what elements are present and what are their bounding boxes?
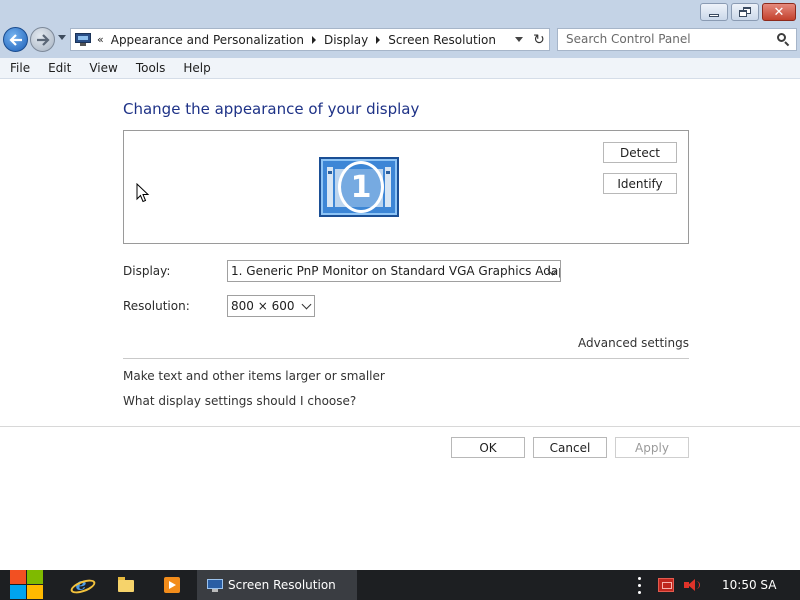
minimize-icon xyxy=(709,13,719,17)
volume-icon[interactable] xyxy=(684,579,700,591)
title-bar: ✕ xyxy=(0,0,800,24)
display-settings-help-link[interactable]: What display settings should I choose? xyxy=(123,394,356,408)
chevron-down-icon xyxy=(301,299,312,310)
clock[interactable]: 10:50 SA xyxy=(722,578,776,592)
forward-button[interactable] xyxy=(30,27,55,52)
menu-bar: File Edit View Tools Help xyxy=(0,58,800,79)
display-preview: 1 Detect Identify xyxy=(123,130,689,244)
breadcrumb-screen-resolution[interactable]: Screen Resolution xyxy=(388,33,496,47)
detect-button[interactable]: Detect xyxy=(603,142,677,163)
menu-file[interactable]: File xyxy=(0,61,38,75)
restore-button[interactable] xyxy=(731,3,759,21)
resolution-select[interactable]: 800 × 600 xyxy=(227,295,315,317)
menu-edit[interactable]: Edit xyxy=(38,61,79,75)
menu-help[interactable]: Help xyxy=(173,61,218,75)
search-placeholder: Search Control Panel xyxy=(566,32,691,46)
internet-explorer-icon[interactable]: e xyxy=(72,576,90,594)
text-size-link[interactable]: Make text and other items larger or smal… xyxy=(123,369,385,383)
network-icon[interactable] xyxy=(658,578,674,592)
refresh-icon[interactable]: ↻ xyxy=(531,32,547,48)
file-explorer-icon[interactable] xyxy=(118,576,136,594)
display-select[interactable]: 1. Generic PnP Monitor on Standard VGA G… xyxy=(227,260,561,282)
restore-icon xyxy=(739,7,751,17)
main-content: Change the appearance of your display 1 … xyxy=(0,80,800,570)
monitor-thumbnail[interactable]: 1 xyxy=(319,157,399,217)
taskbar-item-screen-resolution[interactable]: Screen Resolution xyxy=(197,570,357,600)
close-button[interactable]: ✕ xyxy=(762,3,796,21)
breadcrumb-separator-icon[interactable] xyxy=(311,35,316,44)
address-overflow-chevron[interactable]: « xyxy=(97,33,104,46)
resolution-label: Resolution: xyxy=(123,299,190,313)
page-title: Change the appearance of your display xyxy=(123,100,420,118)
breadcrumb-display[interactable]: Display xyxy=(324,33,368,47)
search-icon[interactable] xyxy=(777,33,790,47)
minimize-button[interactable] xyxy=(700,3,728,21)
cancel-button[interactable]: Cancel xyxy=(533,437,607,458)
address-bar[interactable]: « Appearance and Personalization Display… xyxy=(70,28,550,51)
taskbar-item-label: Screen Resolution xyxy=(228,578,336,592)
menu-tools[interactable]: Tools xyxy=(126,61,174,75)
ok-button[interactable]: OK xyxy=(451,437,525,458)
display-select-value: 1. Generic PnP Monitor on Standard VGA G… xyxy=(231,264,561,278)
mouse-pointer-icon xyxy=(136,183,150,203)
address-history-dropdown[interactable] xyxy=(515,37,523,42)
start-button[interactable] xyxy=(10,570,44,600)
menu-view[interactable]: View xyxy=(79,61,125,75)
breadcrumb-separator-icon[interactable] xyxy=(376,35,381,44)
back-button[interactable] xyxy=(3,27,28,52)
control-panel-icon xyxy=(75,33,91,46)
identify-button[interactable]: Identify xyxy=(603,173,677,194)
close-icon: ✕ xyxy=(773,4,785,20)
footer-divider xyxy=(0,426,800,427)
recent-pages-dropdown[interactable] xyxy=(58,35,66,40)
taskbar: e Screen Resolution 10:50 SA xyxy=(0,570,800,600)
advanced-settings-link[interactable]: Advanced settings xyxy=(578,336,689,350)
resolution-select-value: 800 × 600 xyxy=(231,299,295,313)
apply-button[interactable]: Apply xyxy=(615,437,689,458)
media-player-icon[interactable] xyxy=(164,576,182,594)
overflow-icon[interactable] xyxy=(638,577,642,595)
display-icon xyxy=(207,578,223,592)
back-arrow-icon xyxy=(8,33,22,46)
display-label: Display: xyxy=(123,264,171,278)
search-input[interactable]: Search Control Panel xyxy=(557,28,797,51)
monitor-number-badge: 1 xyxy=(338,161,384,213)
breadcrumb-appearance[interactable]: Appearance and Personalization xyxy=(111,33,304,47)
forward-arrow-icon xyxy=(36,33,50,46)
divider xyxy=(123,358,689,359)
